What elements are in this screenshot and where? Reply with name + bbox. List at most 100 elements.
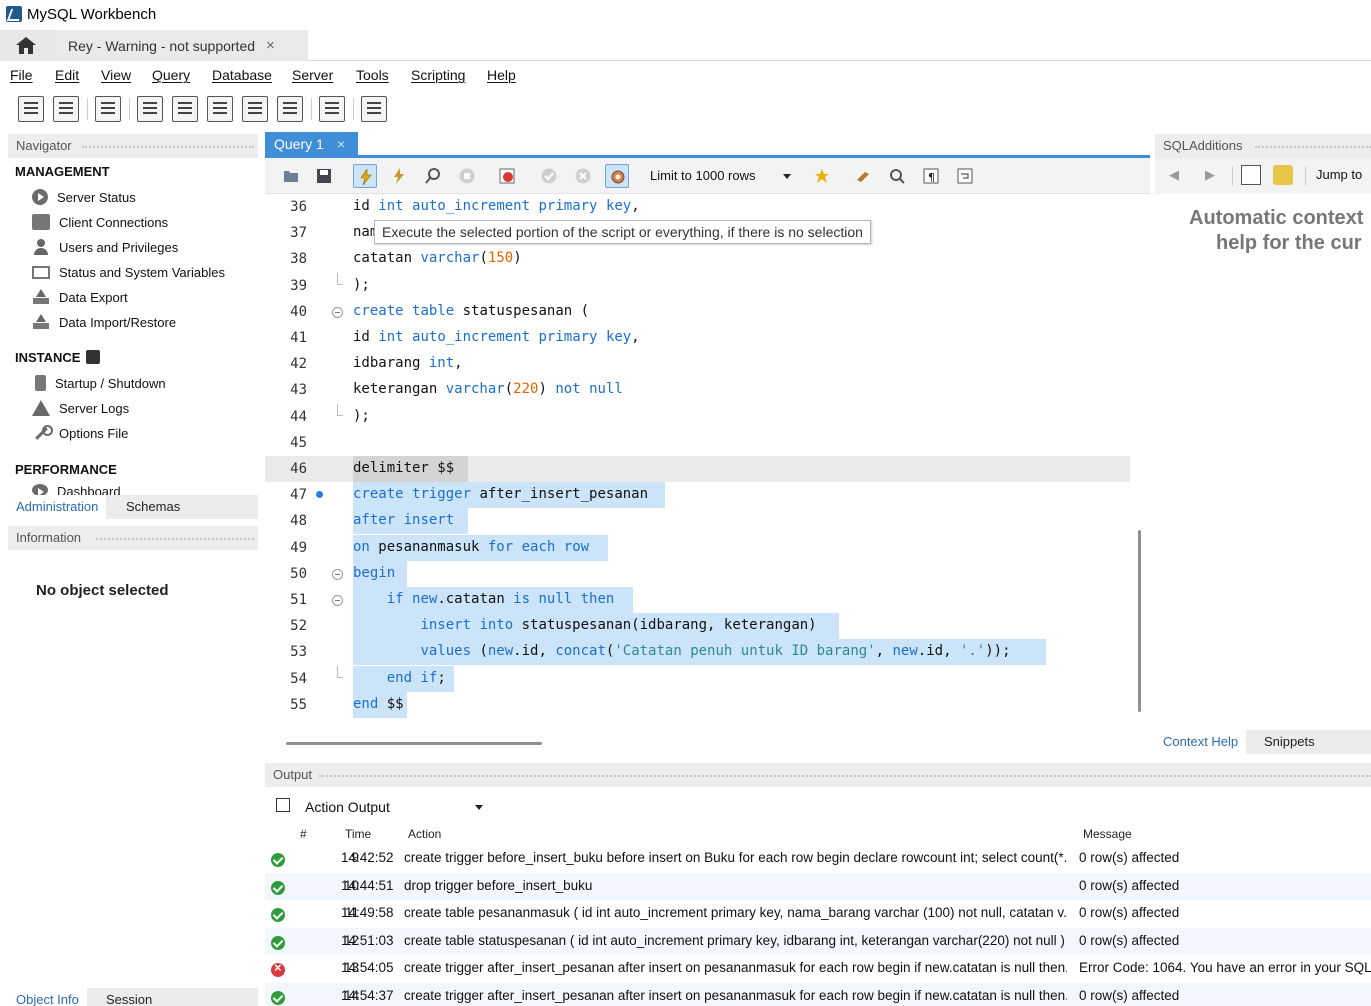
menu-help[interactable]: Help (487, 67, 516, 83)
create-view-icon[interactable] (207, 96, 233, 122)
nav-client-connections[interactable]: Client Connections (32, 212, 168, 232)
tab-query-1[interactable]: Query 1 × (265, 132, 358, 156)
tab-administration[interactable]: Administration (8, 495, 107, 519)
output-row[interactable]: 12 14:51:03 create table statuspesanan ( i… (265, 927, 1371, 955)
fold-toggle-icon[interactable] (332, 306, 343, 318)
code-line[interactable]: 46 delimiter $$ (265, 456, 1130, 482)
code-line[interactable]: 36 id int auto_increment primary key, (265, 194, 1130, 220)
menu-file[interactable]: File (10, 67, 33, 83)
new-sql-tab-icon[interactable] (18, 96, 44, 122)
find-button[interactable] (885, 164, 909, 188)
forward-icon[interactable]: ▶ (1205, 167, 1215, 183)
search-table-data-icon[interactable] (319, 96, 345, 122)
create-table-icon[interactable] (172, 96, 198, 122)
tab-session[interactable]: Session (98, 988, 160, 1006)
auto-help-icon[interactable] (1273, 165, 1293, 185)
close-icon[interactable]: × (337, 136, 345, 152)
code-line[interactable]: 52 insert into statuspesanan(idbarang, k… (265, 613, 1130, 640)
tab-context-help[interactable]: Context Help (1155, 730, 1247, 754)
code-line[interactable]: 40 create table statuspesanan ( (265, 299, 1130, 325)
explain-button[interactable] (421, 164, 445, 188)
code-line[interactable]: 48 after insert (265, 508, 1130, 535)
output-row[interactable]: 11 14:49:58 create table pesananmasuk ( id… (265, 900, 1371, 927)
editor-vertical-scrollbar[interactable] (1138, 530, 1141, 712)
line-number: 44 (290, 408, 307, 425)
editor-horizontal-scrollbar[interactable] (286, 742, 542, 745)
sql-editor[interactable]: 36id int auto_increment primary key,37na… (265, 194, 1130, 734)
menu-edit[interactable]: Edit (55, 67, 79, 83)
column-header-message[interactable]: Message (1083, 827, 1132, 841)
code-line[interactable]: 51 if new.catatan is null then (265, 587, 1130, 613)
menu-server[interactable]: Server (292, 67, 333, 83)
nav-data-export[interactable]: Data Export (32, 287, 128, 307)
tab-schemas[interactable]: Schemas (118, 495, 188, 519)
add-snippet-button[interactable] (810, 164, 834, 188)
word-wrap-button[interactable] (953, 164, 977, 188)
code-line[interactable]: 47 create trigger after_insert_pesanan (265, 482, 1130, 509)
output-selector[interactable]: Action Output (265, 791, 1371, 821)
nav-users-privileges[interactable]: Users and Privileges (32, 237, 178, 257)
jump-to-select[interactable]: Jump to (1316, 167, 1362, 182)
execute-current-button[interactable] (387, 164, 411, 188)
autocommit-toggle[interactable] (605, 164, 629, 188)
sql-additions-panel: SQLAdditions ◀ ▶ Jump to Automatic conte… (1155, 134, 1371, 754)
create-function-icon[interactable] (277, 96, 303, 122)
create-procedure-icon[interactable] (242, 96, 268, 122)
code-line[interactable]: 49 on pesananmasuk for each row (265, 534, 1130, 561)
nav-server-logs[interactable]: Server Logs (32, 398, 129, 418)
create-schema-icon[interactable] (137, 96, 163, 122)
save-button[interactable] (312, 164, 336, 188)
code-line[interactable]: 44); (265, 403, 1130, 430)
open-sql-script-icon[interactable] (53, 96, 79, 122)
code-line[interactable]: 54 end if; (265, 665, 1130, 692)
column-header-action[interactable]: Action (408, 827, 441, 841)
menu-view[interactable]: View (101, 67, 131, 83)
nav-startup-shutdown[interactable]: Startup / Shutdown (32, 373, 166, 393)
toggle-error-stop-button[interactable] (495, 164, 519, 188)
manual-help-icon[interactable] (1241, 165, 1261, 185)
rollback-button[interactable] (571, 164, 595, 188)
nav-options-file[interactable]: Options File (32, 423, 128, 443)
column-header-time[interactable]: Time (345, 827, 371, 841)
home-icon (16, 37, 36, 54)
fold-toggle-icon[interactable] (332, 595, 343, 606)
menu-tools[interactable]: Tools (356, 67, 389, 83)
wrench-icon (32, 425, 53, 441)
inspector-icon[interactable] (95, 96, 121, 122)
execute-button[interactable] (353, 164, 377, 188)
output-row[interactable]: 1314:54:05create trigger after_insert_pe… (265, 955, 1371, 982)
nav-status-variables[interactable]: Status and System Variables (32, 262, 225, 282)
menu-database[interactable]: Database (212, 67, 272, 83)
fold-toggle-icon[interactable] (332, 568, 343, 580)
copy-icon[interactable] (276, 798, 290, 812)
back-icon[interactable]: ◀ (1169, 167, 1179, 183)
output-row[interactable]: 10 14:44:51 drop trigger before_insert_buk… (265, 872, 1371, 900)
nav-server-status[interactable]: Server Status (32, 187, 136, 207)
output-row[interactable]: 14 14:54:37 create trigger after_insert_pe… (265, 982, 1371, 1006)
code-line[interactable]: 53 values (new.id, concat('Catatan penuh… (265, 639, 1130, 666)
nav-data-import[interactable]: Data Import/Restore (32, 312, 176, 332)
tab-object-info[interactable]: Object Info (8, 988, 87, 1006)
code-line[interactable]: 50 begin (265, 560, 1130, 587)
reconnect-icon[interactable] (361, 96, 387, 122)
beautify-button[interactable] (851, 164, 875, 188)
code-line[interactable]: 43 keterangan varchar(220) not null (265, 377, 1130, 403)
code-line[interactable]: 55 end $$ (265, 691, 1130, 718)
tab-snippets[interactable]: Snippets (1256, 730, 1323, 754)
code-line[interactable]: 41 id int auto_increment primary key, (265, 325, 1130, 351)
home-tab[interactable] (0, 30, 52, 61)
column-header-num[interactable]: # (300, 827, 307, 841)
output-row[interactable]: 9 14:42:52 create trigger before_insert_bu… (265, 845, 1371, 872)
menu-query[interactable]: Query (152, 67, 190, 83)
close-icon[interactable]: × (266, 37, 275, 54)
code-line[interactable]: 39); (265, 272, 1130, 299)
connection-tab[interactable]: Rey - Warning - not supported × (52, 30, 308, 61)
stop-button[interactable] (455, 164, 479, 188)
code-line[interactable]: 42 idbarang int, (265, 351, 1130, 377)
menu-scripting[interactable]: Scripting (411, 67, 465, 83)
code-line[interactable]: 38 catatan varchar(150) (265, 246, 1130, 272)
open-file-button[interactable] (279, 164, 303, 188)
commit-button[interactable] (537, 164, 561, 188)
invisible-chars-button[interactable]: ¶ (919, 164, 943, 188)
code-line[interactable]: 45 (265, 430, 1130, 456)
